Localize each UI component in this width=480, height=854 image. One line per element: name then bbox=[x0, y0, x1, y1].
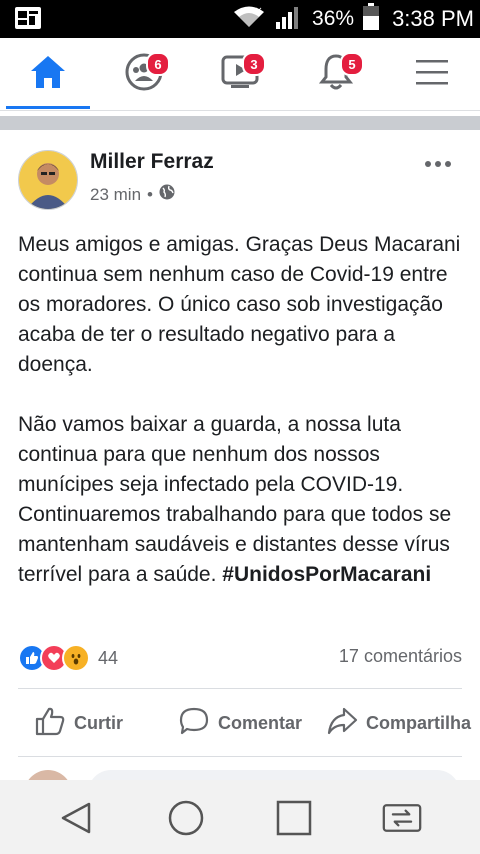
signal-icon bbox=[274, 4, 304, 34]
divider bbox=[18, 688, 462, 689]
switch-apps-icon[interactable] bbox=[382, 798, 422, 838]
reactions-summary[interactable]: 44 bbox=[18, 644, 118, 672]
nav-watch[interactable]: 3 bbox=[192, 38, 288, 110]
more-options-icon[interactable] bbox=[424, 154, 452, 167]
wow-reaction-icon bbox=[62, 644, 90, 672]
friends-badge: 6 bbox=[146, 52, 170, 76]
post-paragraph-1: Meus amigos e amigas. Graças Deus Macara… bbox=[18, 233, 461, 376]
home-circle-icon[interactable] bbox=[166, 798, 206, 838]
android-nav-bar bbox=[0, 780, 480, 854]
hashtag-link[interactable]: #UnidosPorMacarani bbox=[222, 563, 431, 586]
post-paragraph-2-text: Não vamos baixar a guarda, a nossa luta … bbox=[18, 413, 452, 586]
like-label: Curtir bbox=[74, 712, 123, 733]
nav-friends[interactable]: 6 bbox=[96, 38, 192, 110]
author-avatar[interactable] bbox=[18, 150, 78, 210]
home-icon bbox=[29, 54, 67, 94]
author-name[interactable]: Miller Ferraz bbox=[90, 150, 214, 174]
notifications-badge: 5 bbox=[340, 52, 364, 76]
notification-app-icon bbox=[14, 6, 42, 30]
divider bbox=[18, 756, 462, 757]
post-time[interactable]: 23 min bbox=[90, 185, 141, 205]
post-paragraph-2: Não vamos baixar a guarda, a nossa luta … bbox=[18, 410, 468, 590]
like-button[interactable]: Curtir bbox=[34, 690, 123, 756]
facebook-navbar: 6 3 5 bbox=[0, 38, 480, 111]
share-button[interactable]: Compartilha bbox=[326, 690, 471, 756]
watch-badge: 3 bbox=[242, 52, 266, 76]
comments-count[interactable]: 17 comentários bbox=[339, 646, 462, 667]
like-icon bbox=[34, 706, 66, 741]
battery-icon bbox=[362, 3, 380, 35]
svg-text:×: × bbox=[255, 6, 263, 16]
globe-icon bbox=[159, 184, 175, 205]
nav-home[interactable] bbox=[0, 38, 96, 110]
wifi-icon: × bbox=[232, 5, 266, 33]
post-meta: 23 min • bbox=[90, 184, 175, 205]
share-icon bbox=[326, 706, 358, 741]
clock: 3:38 PM bbox=[392, 6, 474, 31]
nav-notifications[interactable]: 5 bbox=[288, 38, 384, 110]
meta-separator: • bbox=[147, 184, 153, 204]
menu-icon bbox=[415, 58, 449, 90]
recents-icon[interactable] bbox=[274, 798, 314, 838]
comment-label: Comentar bbox=[218, 712, 303, 733]
nav-menu[interactable] bbox=[384, 38, 480, 110]
status-bar: × 36% 3:38 PM bbox=[0, 0, 480, 38]
comment-button[interactable]: Comentar bbox=[178, 690, 302, 756]
battery-percent: 36% bbox=[312, 7, 355, 30]
post-actions: Curtir Comentar Compartilha bbox=[0, 690, 480, 756]
share-label: Compartilha bbox=[366, 712, 472, 733]
feed-separator bbox=[0, 116, 480, 130]
back-icon[interactable] bbox=[56, 798, 96, 838]
post-text: Meus amigos e amigas. Graças Deus Macara… bbox=[18, 230, 468, 590]
reaction-count: 44 bbox=[98, 647, 119, 668]
comment-icon bbox=[178, 706, 210, 741]
